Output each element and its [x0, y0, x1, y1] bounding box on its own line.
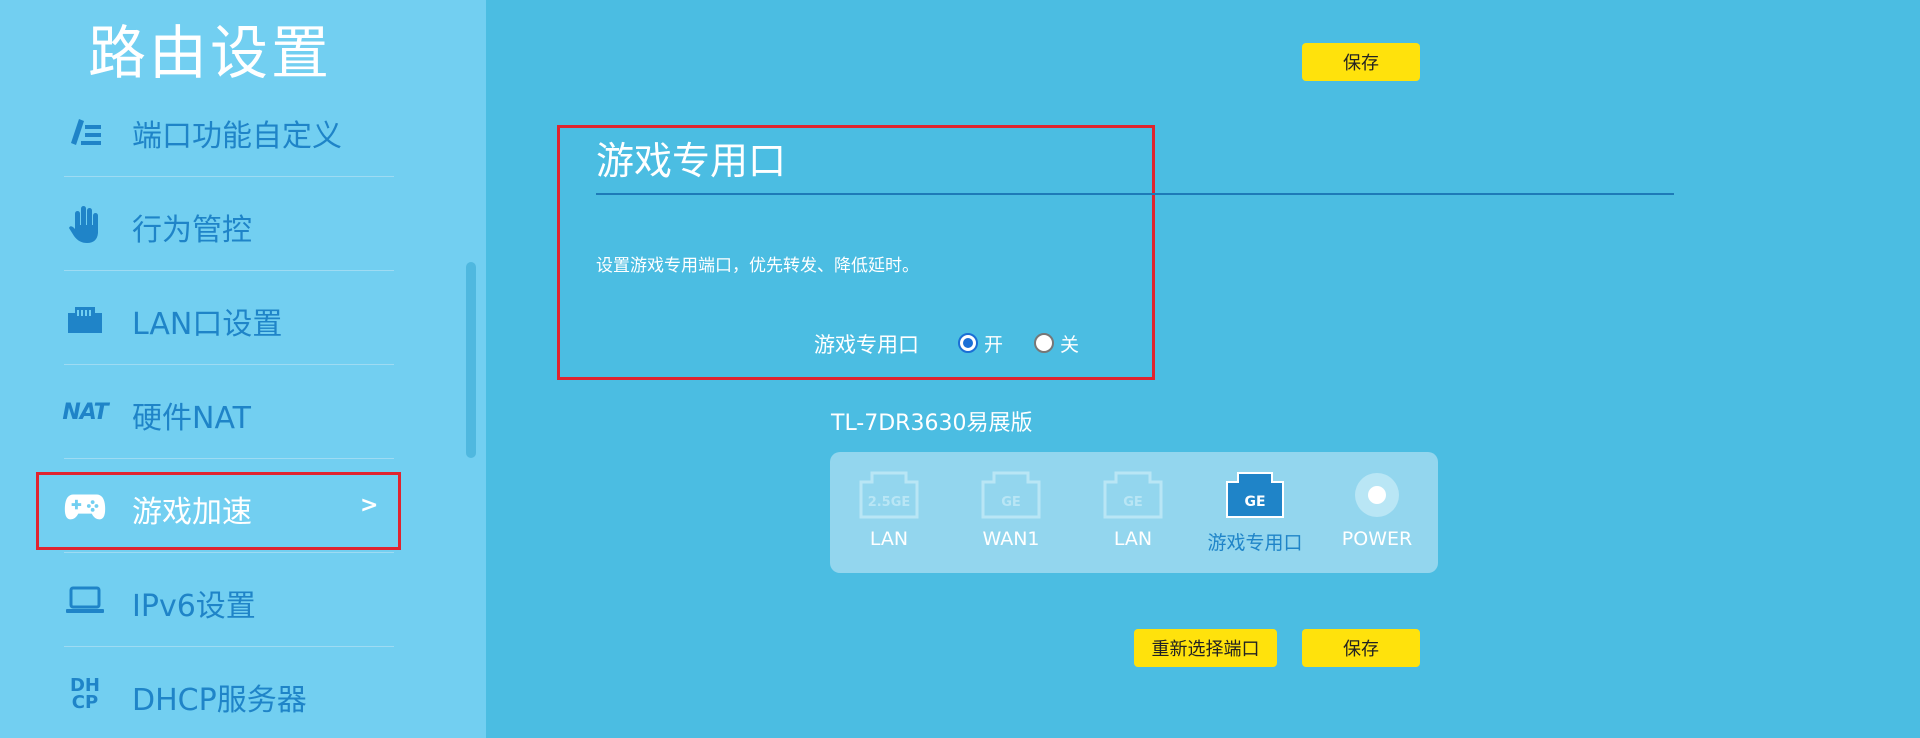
sidebar-item-behavior-control[interactable]: 行为管控	[64, 177, 394, 271]
radio-on-label: 开	[984, 333, 1004, 356]
port-badge: GE	[1001, 495, 1021, 510]
reselect-port-button[interactable]: 重新选择端口	[1134, 629, 1277, 667]
port-wan1[interactable]: GE WAN1	[956, 470, 1066, 550]
sidebar-item-ipv6[interactable]: IPv6设置	[64, 553, 394, 647]
radio-on[interactable]: 开	[958, 331, 1004, 356]
sidebar: 路由设置 端口功能自定义 行为管控 LAN口设置 NAT 硬件NAT 游戏加速 …	[0, 0, 486, 738]
dhcp-icon-text-bottom: CP	[71, 692, 99, 713]
nat-icon-text: NAT	[62, 399, 108, 425]
power-indicator-icon	[1355, 473, 1399, 517]
laptop-icon	[64, 579, 106, 621]
section-title: 游戏专用口	[596, 139, 787, 183]
save-button-top[interactable]: 保存	[1302, 43, 1420, 81]
port-power: POWER	[1322, 470, 1432, 550]
sidebar-item-hardware-nat[interactable]: NAT 硬件NAT	[62, 365, 394, 459]
radio-off[interactable]: 关	[1034, 331, 1080, 356]
ethernet-port-icon: GE	[981, 471, 1041, 519]
radio-off-label: 关	[1060, 333, 1080, 356]
section-divider	[596, 193, 1674, 195]
sidebar-item-lan-settings[interactable]: LAN口设置	[64, 271, 394, 365]
sidebar-item-port-customize[interactable]: 端口功能自定义	[64, 83, 394, 177]
port-badge: GE	[1244, 494, 1265, 510]
port-lan-1[interactable]: 2.5GE LAN	[834, 470, 944, 550]
dhcp-icon: DH CP	[64, 673, 106, 715]
sidebar-item-dhcp-server[interactable]: DH CP DHCP服务器	[64, 647, 394, 738]
device-model-name: TL-7DR3630易展版	[831, 411, 1033, 436]
hand-icon	[64, 203, 106, 245]
sidebar-title: 路由设置	[88, 19, 333, 87]
sidebar-item-label: DHCP服务器	[132, 683, 307, 718]
port-badge: GE	[1123, 495, 1143, 510]
sidebar-item-label: IPv6设置	[132, 589, 256, 624]
sidebar-item-label: 硬件NAT	[132, 401, 251, 436]
radio-off-circle[interactable]	[1034, 333, 1054, 353]
active-item-highlight	[36, 472, 401, 550]
save-button-bottom[interactable]: 保存	[1302, 629, 1420, 667]
sidebar-item-label: 行为管控	[132, 213, 252, 248]
port-panel: 2.5GE LAN GE WAN1 GE LAN GE 游戏专用口 POWER	[830, 452, 1438, 573]
port-game-dedicated[interactable]: GE 游戏专用口	[1200, 470, 1310, 555]
port-lan-2[interactable]: GE LAN	[1078, 470, 1188, 550]
port-label: LAN	[869, 528, 909, 550]
nat-icon: NAT	[62, 391, 108, 433]
port-label: WAN1	[982, 528, 1040, 550]
radio-on-circle[interactable]	[958, 333, 978, 353]
ethernet-port-icon: GE	[1226, 472, 1284, 518]
lan-port-icon	[64, 297, 106, 339]
port-customize-icon	[64, 109, 106, 151]
port-label: LAN	[1113, 528, 1153, 550]
ethernet-port-icon: GE	[1103, 471, 1163, 519]
sidebar-scrollbar[interactable]	[466, 262, 476, 458]
port-badge: 2.5GE	[868, 495, 911, 510]
ethernet-port-icon: 2.5GE	[859, 471, 919, 519]
port-label: 游戏专用口	[1207, 532, 1303, 554]
sidebar-item-label: 端口功能自定义	[132, 119, 342, 154]
section-description: 设置游戏专用端口，优先转发、降低延时。	[596, 256, 919, 276]
port-label: POWER	[1341, 528, 1413, 550]
sidebar-item-label: LAN口设置	[132, 307, 283, 342]
game-port-field-label: 游戏专用口	[814, 333, 919, 357]
